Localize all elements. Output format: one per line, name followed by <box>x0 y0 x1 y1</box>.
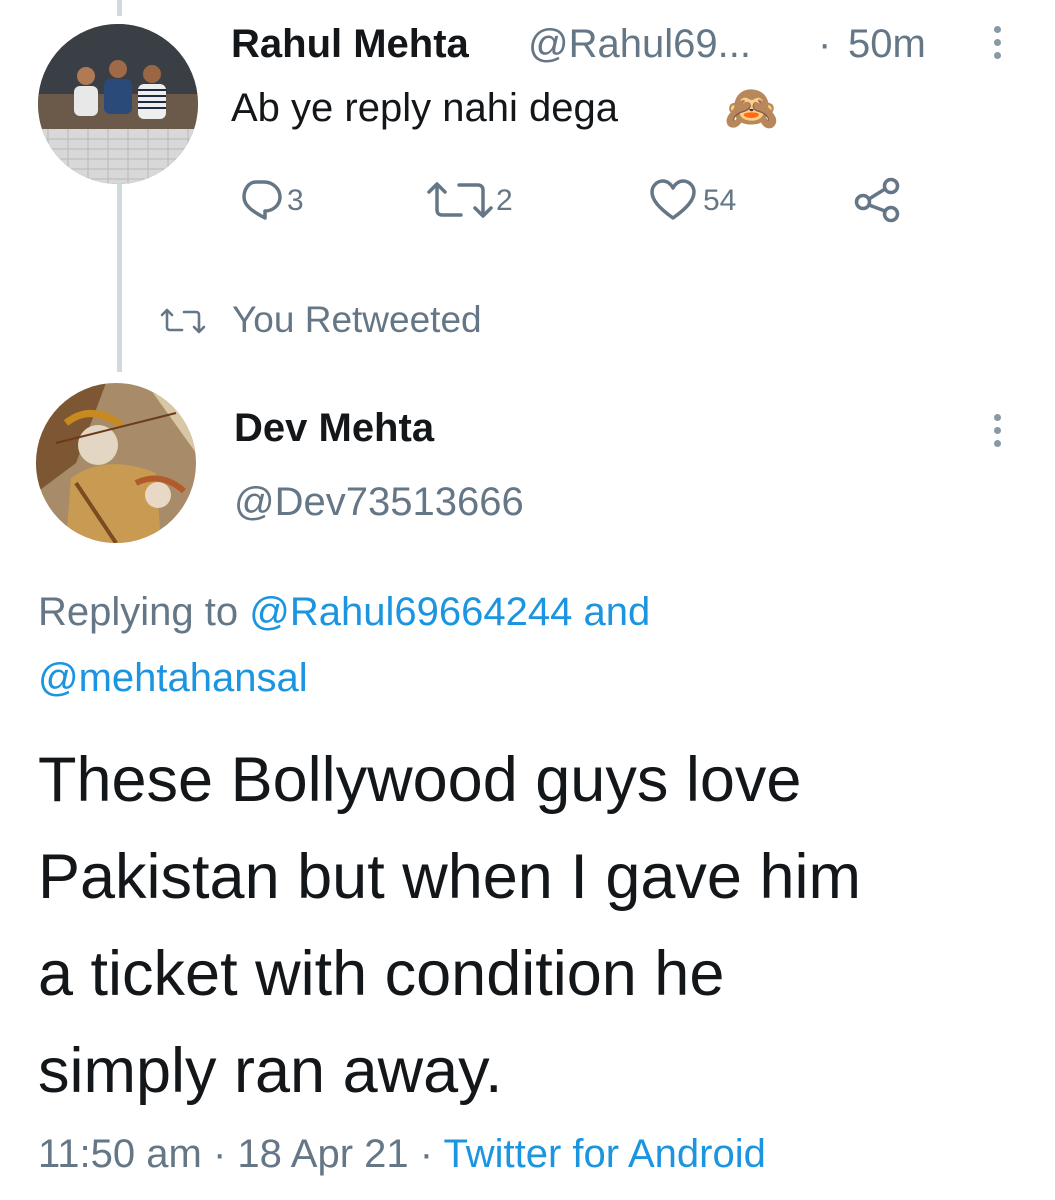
replying-to: Replying to @Rahul69664244 and <box>38 590 650 635</box>
tweet-text-line: a ticket with condition he <box>38 939 725 1009</box>
painting-image <box>36 383 196 543</box>
reply-icon <box>242 180 282 220</box>
author-name[interactable]: Dev Mehta <box>234 406 434 451</box>
reply-and[interactable]: and <box>583 590 650 634</box>
replying-prefix: Replying to <box>38 590 239 634</box>
like-icon <box>650 179 696 220</box>
emoji-see-no-evil: 🙈 <box>724 84 779 133</box>
tweet-text-line: These Bollywood guys love <box>38 745 802 815</box>
author-handle[interactable]: @Rahul69... <box>528 22 751 67</box>
tweet-text: These Bollywood guys love Pakistan but w… <box>38 732 861 1120</box>
tweet-time[interactable]: 50m <box>848 22 926 67</box>
tweet-time[interactable]: 11:50 am <box>38 1132 202 1176</box>
avatar[interactable] <box>36 383 196 543</box>
retweeted-label: You Retweeted <box>232 299 482 340</box>
tweet-text-line: Pakistan but when I gave him <box>38 842 861 912</box>
more-icon[interactable] <box>992 26 1002 65</box>
meta-separator: · <box>212 1132 227 1176</box>
thread-line-top <box>117 0 122 16</box>
like-count: 54 <box>703 184 737 217</box>
tweet-date[interactable]: 18 Apr 21 <box>237 1132 408 1176</box>
share-icon[interactable] <box>853 176 903 224</box>
time-separator: · <box>818 22 832 66</box>
retweet-icon <box>427 182 493 218</box>
retweet-icon <box>160 308 206 334</box>
retweet-count: 2 <box>496 184 513 217</box>
avatar[interactable] <box>38 24 198 184</box>
more-icon[interactable] <box>992 414 1002 453</box>
thread-line-bottom <box>117 184 122 372</box>
tweet-source-link[interactable]: Twitter for Android <box>443 1132 765 1176</box>
author-name[interactable]: Rahul Mehta <box>231 22 469 67</box>
author-handle[interactable]: @Dev73513666 <box>234 480 524 525</box>
reply-count: 3 <box>287 184 304 217</box>
group-photo-image <box>38 24 198 184</box>
mention-link[interactable]: @Rahul69664244 <box>249 590 572 634</box>
tweet-text-line: simply ran away. <box>38 1036 503 1106</box>
tweet-text: Ab ye reply nahi dega <box>231 86 618 130</box>
tweet-meta: 11:50 am · 18 Apr 21 · Twitter for Andro… <box>38 1132 766 1177</box>
mention-link[interactable]: @mehtahansal <box>38 656 308 701</box>
meta-separator: · <box>419 1132 434 1176</box>
